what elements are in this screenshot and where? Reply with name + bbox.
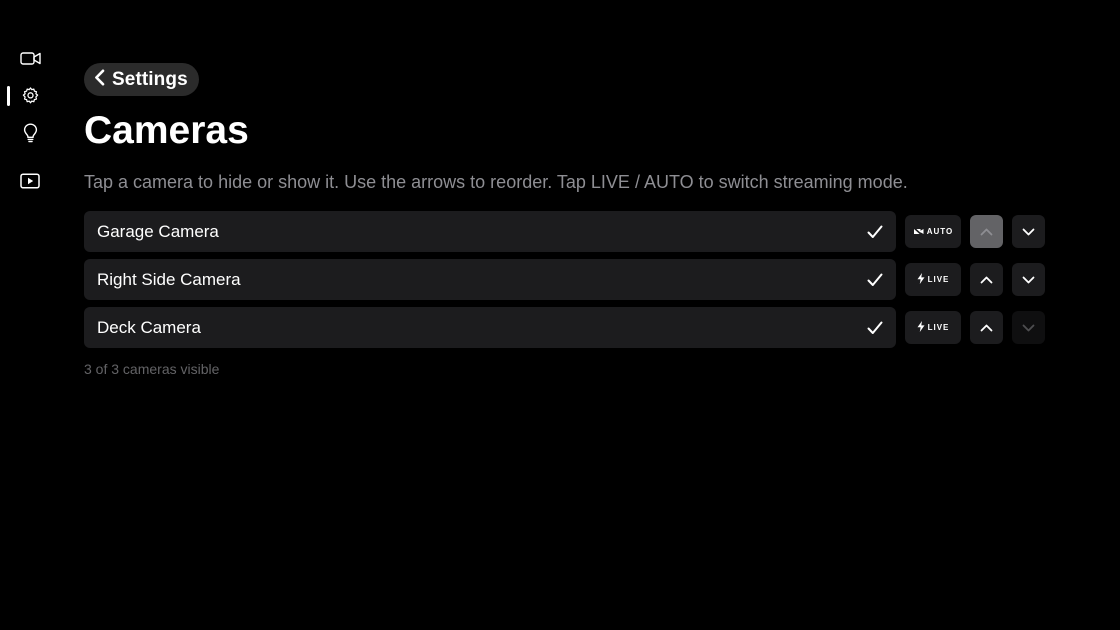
chevron-down-icon [1022,271,1035,289]
camera-row: Deck Camera LIVE [84,307,1046,348]
rail-item-cameras[interactable] [0,40,60,77]
stream-mode-button[interactable]: LIVE [905,263,961,296]
camera-toggle-garage[interactable]: Garage Camera [84,211,896,252]
move-up-button[interactable] [970,311,1003,344]
app-root: Settings Cameras Tap a camera to hide or… [0,0,1120,630]
gear-icon [21,86,40,105]
chevron-up-icon [980,271,993,289]
bolt-icon [917,271,928,289]
stream-mode-label: LIVE [927,275,950,284]
rail-item-settings[interactable] [0,77,60,114]
chevron-down-icon [1022,319,1035,337]
lightbulb-icon [23,122,38,143]
move-down-button[interactable] [1012,263,1045,296]
main-content: Settings Cameras Tap a camera to hide or… [84,63,1046,377]
play-rectangle-icon [20,172,40,189]
camera-row: Right Side Camera LIVE [84,259,1046,300]
chevron-left-icon [94,69,112,91]
back-button-label: Settings [112,68,188,90]
page-title: Cameras [84,109,249,152]
checkmark-icon [867,273,883,287]
bolt-icon [917,319,928,337]
stream-mode-button[interactable]: AUTO [905,215,961,248]
move-down-button[interactable] [1012,311,1045,344]
page-subtitle: Tap a camera to hide or show it. Use the… [84,172,908,192]
camera-name: Right Side Camera [97,269,241,289]
stream-mode-button[interactable]: LIVE [905,311,961,344]
stream-mode-label: LIVE [927,323,950,332]
side-rail [0,40,60,199]
visible-count: 3 of 3 cameras visible [84,361,220,377]
camera-toggle-deck[interactable]: Deck Camera [84,307,896,348]
camera-list: Garage Camera AUTO Right Side Camera LIV… [84,211,1046,348]
chevron-up-icon [980,319,993,337]
rail-item-tips[interactable] [0,114,60,151]
active-indicator [7,85,10,106]
chevron-down-icon [1022,223,1035,241]
back-button[interactable]: Settings [84,63,199,96]
checkmark-icon [867,321,883,335]
camera-name: Garage Camera [97,221,219,241]
chevron-up-icon [980,223,993,241]
auto-stream-icon [912,223,927,241]
stream-mode-label: AUTO [926,227,954,236]
move-up-button[interactable] [970,215,1003,248]
move-up-button[interactable] [970,263,1003,296]
video-camera-icon [19,51,41,66]
rail-item-playback[interactable] [0,162,60,199]
camera-row: Garage Camera AUTO [84,211,1046,252]
camera-name: Deck Camera [97,317,201,337]
move-down-button[interactable] [1012,215,1045,248]
camera-toggle-right-side[interactable]: Right Side Camera [84,259,896,300]
checkmark-icon [867,225,883,239]
